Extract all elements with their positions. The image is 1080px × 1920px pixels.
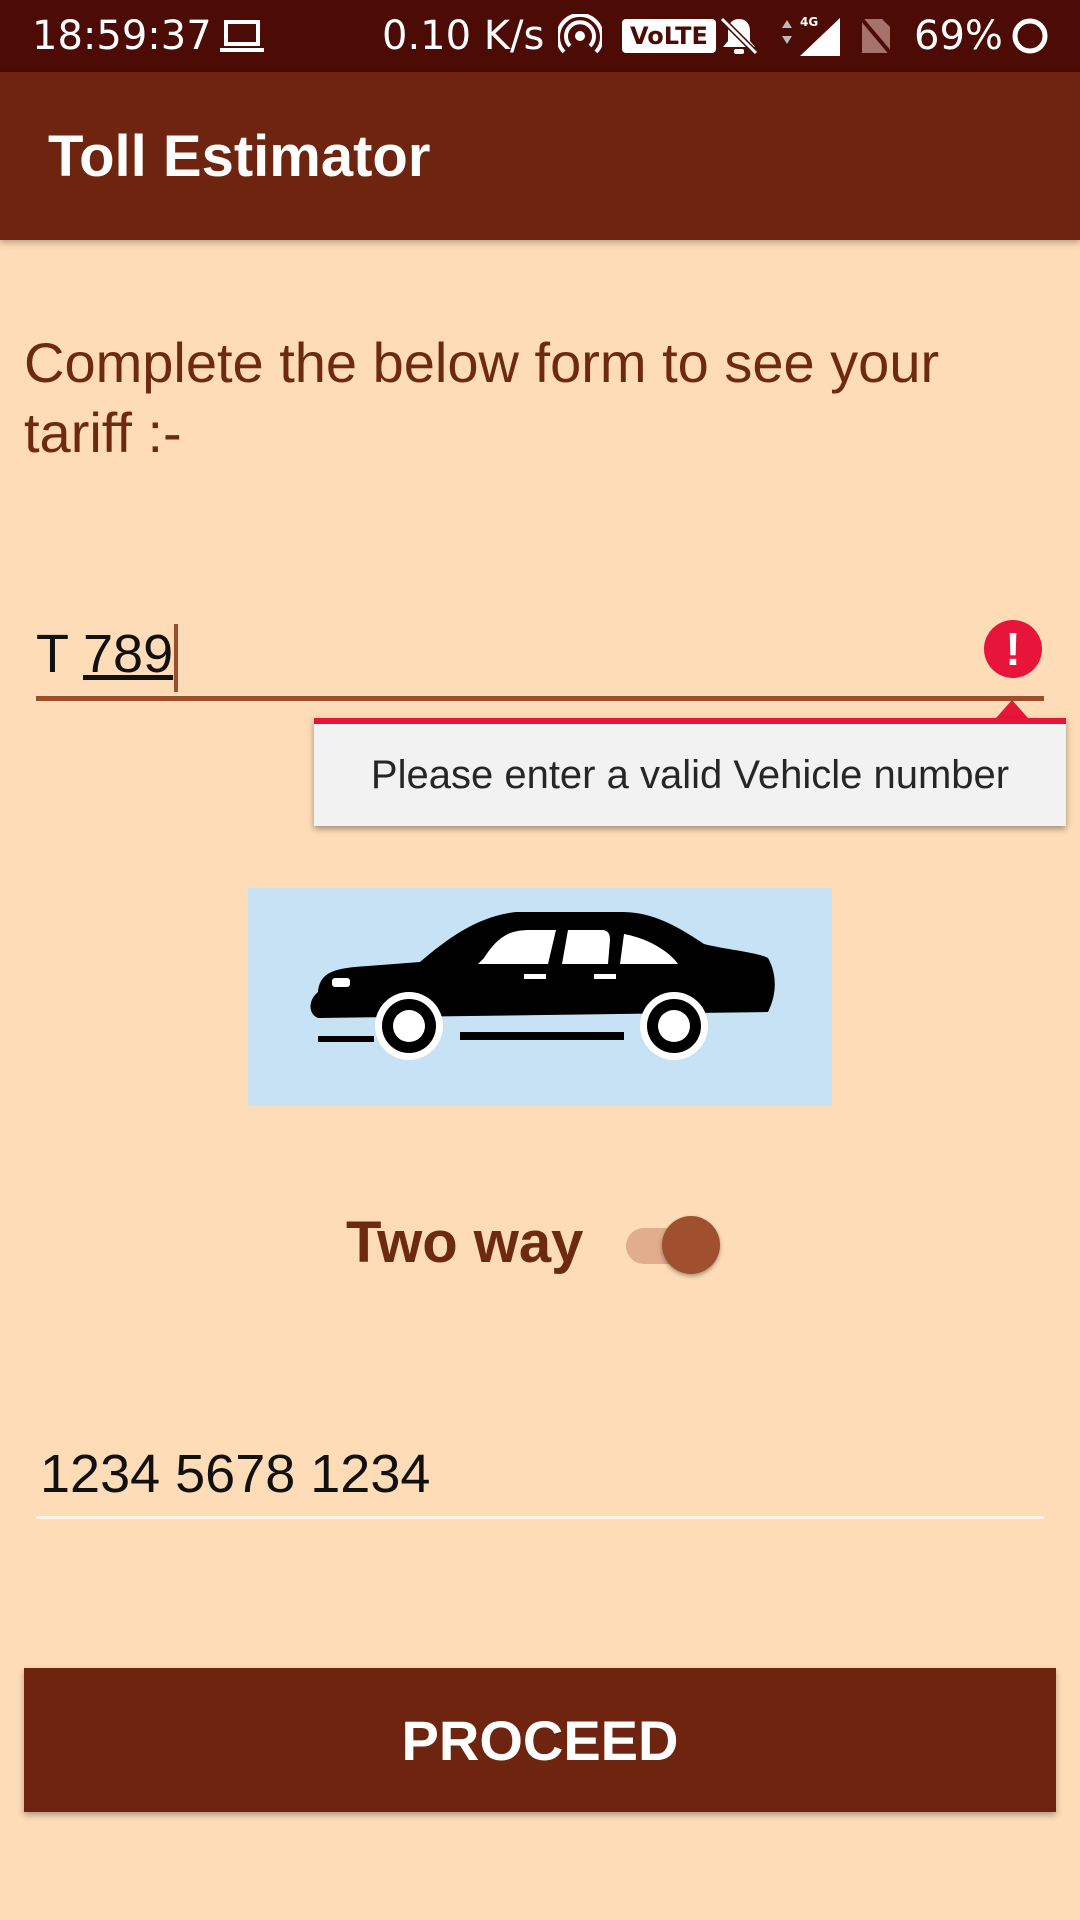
signal-icon: 4G [778, 0, 844, 72]
bell-off-icon [718, 0, 760, 72]
laptop-icon [220, 0, 264, 72]
switch-thumb [662, 1216, 720, 1274]
app-bar: Toll Estimator [0, 72, 1080, 240]
error-icon[interactable]: ! [984, 620, 1042, 678]
vehicle-error-popup: Please enter a valid Vehicle number [314, 718, 1066, 826]
no-sim-icon [858, 0, 894, 72]
vehicle-number-value: T 789 [36, 622, 179, 692]
two-way-switch[interactable] [624, 1214, 724, 1274]
battery-percent: 69% [914, 13, 1003, 59]
volte-icon: VoLTE [622, 0, 716, 72]
proceed-button[interactable]: PROCEED [24, 1668, 1056, 1812]
text-cursor [174, 623, 179, 692]
battery-ring-icon [1010, 0, 1050, 72]
status-bar: 18:59:37 0.10 K/s VoLTE 4G 69% [0, 0, 1080, 72]
hotspot-icon [558, 0, 602, 72]
network-speed: 0.10 K/s [382, 13, 545, 59]
vehicle-number-prefix: T [36, 624, 84, 684]
vehicle-error-message: Please enter a valid Vehicle number [370, 752, 1010, 797]
proceed-button-label: PROCEED [401, 1708, 679, 1772]
network-type-label: 4G [800, 15, 818, 29]
status-time: 18:59:37 [32, 13, 212, 59]
car-icon[interactable] [248, 888, 832, 1106]
error-popup-arrow [996, 700, 1028, 718]
card-number-input[interactable]: 1234 5678 1234 [36, 1432, 1044, 1519]
vehicle-number-composing: 789 [83, 624, 174, 684]
volte-badge: VoLTE [622, 19, 716, 53]
form-instruction: Complete the below form to see your tari… [24, 331, 940, 464]
two-way-label: Two way [346, 1209, 584, 1275]
card-number-value: 1234 5678 1234 [40, 1444, 431, 1504]
app-title: Toll Estimator [48, 123, 431, 189]
vehicle-number-input[interactable]: T 789 ! [36, 610, 1044, 701]
